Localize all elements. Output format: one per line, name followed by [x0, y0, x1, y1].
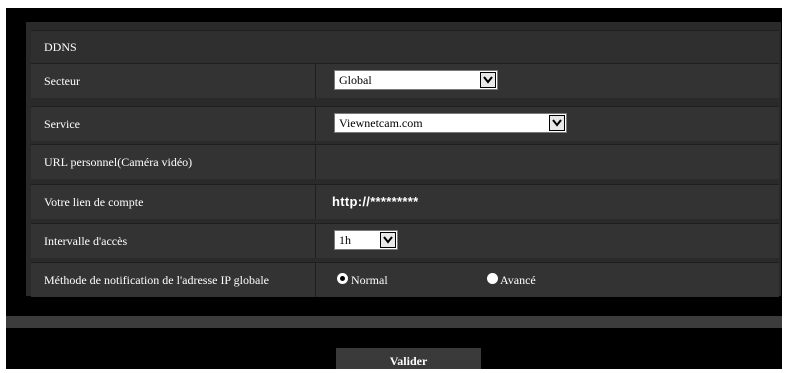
row-secteur: Secteur Global: [31, 63, 779, 98]
secteur-select[interactable]: Global: [334, 70, 498, 90]
methode-label: Méthode de notification de l'adresse IP …: [44, 273, 269, 287]
intervalle-value: 1h: [339, 233, 351, 247]
service-value: Viewnetcam.com: [339, 116, 423, 130]
url-personnel-label: URL personnel(Caméra vidéo): [44, 155, 193, 169]
divider: [315, 185, 316, 219]
row-service: Service Viewnetcam.com: [31, 106, 779, 141]
row-methode-notification: Méthode de notification de l'adresse IP …: [31, 262, 779, 297]
section-title: DDNS: [44, 40, 77, 54]
chevron-down-icon[interactable]: [380, 232, 396, 248]
chevron-down-icon[interactable]: [549, 115, 565, 131]
lien-compte-label: Votre lien de compte: [44, 195, 144, 209]
section-header: DDNS: [31, 30, 779, 63]
row-intervalle: Intervalle d'accès 1h: [31, 223, 779, 258]
radio-avance-label[interactable]: Avancé: [500, 263, 536, 297]
radio-avance[interactable]: [487, 273, 498, 284]
divider: [315, 145, 316, 179]
chevron-down-icon[interactable]: [480, 72, 496, 88]
separator-band: [6, 316, 782, 328]
divider: [315, 64, 316, 98]
intervalle-label: Intervalle d'accès: [44, 234, 128, 248]
intervalle-select[interactable]: 1h: [334, 230, 398, 250]
service-label: Service: [44, 117, 80, 131]
row-lien-compte: Votre lien de compte http://*********: [31, 184, 779, 219]
divider: [315, 263, 316, 297]
divider: [315, 107, 316, 141]
service-select[interactable]: Viewnetcam.com: [334, 113, 567, 133]
radio-normal[interactable]: [337, 273, 348, 284]
divider: [315, 224, 316, 258]
secteur-value: Global: [339, 73, 372, 87]
secteur-label: Secteur: [44, 74, 80, 88]
row-url-personnel: URL personnel(Caméra vidéo): [31, 144, 779, 179]
account-link[interactable]: http://*********: [332, 185, 418, 219]
radio-normal-label[interactable]: Normal: [351, 263, 388, 297]
submit-button[interactable]: Valider: [336, 348, 481, 369]
